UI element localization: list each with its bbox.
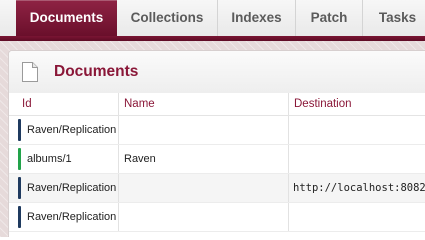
column-header-id[interactable]: Id <box>17 93 119 115</box>
column-header-name[interactable]: Name <box>119 93 289 115</box>
cell-id: Raven/Replication <box>27 116 119 144</box>
cell-name: Raven <box>119 145 289 173</box>
document-grid-rows: Raven/Replication albums/1 Raven Raven/R… <box>9 116 425 232</box>
column-header-destination[interactable]: Destination <box>289 93 425 115</box>
tab-indexes[interactable]: Indexes <box>218 0 296 36</box>
tab-accent-bar <box>0 36 425 41</box>
panel-header: Documents <box>9 51 425 94</box>
app-window: Documents Collections Indexes Patch Task… <box>0 0 425 237</box>
cell-id: albums/1 <box>27 145 119 173</box>
cell-name <box>119 116 289 144</box>
cell-id: Raven/Replication <box>27 203 119 231</box>
tab-collections[interactable]: Collections <box>117 0 218 36</box>
tab-tasks[interactable]: Tasks <box>363 0 425 36</box>
cell-destination <box>289 116 425 144</box>
cell-name <box>119 174 289 202</box>
panel-title: Documents <box>54 63 139 80</box>
tab-patch[interactable]: Patch <box>296 0 363 36</box>
documents-panel: Documents Id Name Destination Raven/Repl… <box>8 50 425 237</box>
grid-column-headers: Id Name Destination <box>9 93 425 116</box>
cell-name <box>119 203 289 231</box>
collection-color-marker <box>18 177 21 199</box>
cell-id: Raven/Replication <box>27 174 119 202</box>
collection-color-marker <box>18 119 21 141</box>
collection-color-marker <box>18 148 21 170</box>
tab-documents[interactable]: Documents <box>16 0 117 36</box>
document-icon <box>22 62 38 82</box>
table-row[interactable]: Raven/Replication http://localhost:8082/… <box>9 174 425 203</box>
cell-destination: http://localhost:8082/databases <box>293 182 425 194</box>
main-tab-bar: Documents Collections Indexes Patch Task… <box>0 0 425 37</box>
table-row[interactable]: Raven/Replication <box>9 203 425 232</box>
cell-destination <box>289 203 425 231</box>
cell-destination <box>289 145 425 173</box>
collection-color-marker <box>18 206 21 228</box>
table-row[interactable]: albums/1 Raven <box>9 145 425 174</box>
table-row[interactable]: Raven/Replication <box>9 116 425 145</box>
